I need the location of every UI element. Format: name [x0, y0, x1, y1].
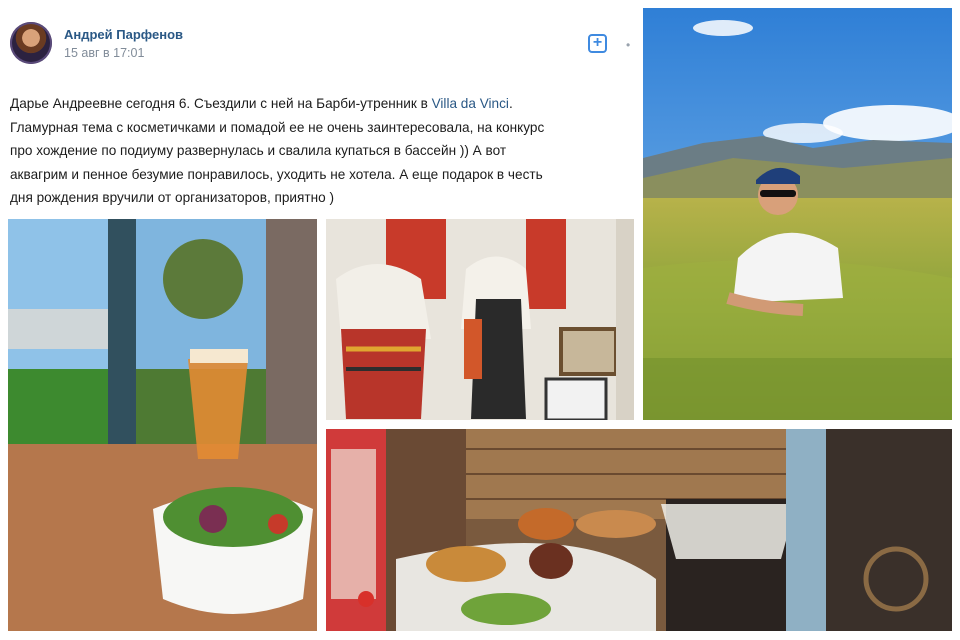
post-date[interactable]: 15 авг в 17:01 [64, 46, 144, 60]
photo-mountain-meadow[interactable] [643, 8, 952, 420]
dot-icon[interactable]: • [626, 38, 630, 52]
post-text-line: Гламурная тема с косметичками и помадой … [10, 119, 545, 135]
post-text-line: про хождение по подиуму развернулась и с… [10, 143, 507, 158]
post-card: Андрей Парфенов 15 авг в 17:01 + • Дарье… [0, 0, 640, 212]
villa-da-vinci-link[interactable]: Villa da Vinci [432, 96, 509, 111]
plus-square-icon[interactable]: + [588, 34, 607, 53]
post-text: Дарье Андреевне сегодня 6. Съездили с не… [10, 92, 635, 210]
photo-drink-salad[interactable] [8, 219, 317, 631]
post-text-line: аквагрим и пенное безумие понравилось, у… [10, 166, 543, 182]
photo-folk-costumes[interactable] [326, 219, 634, 420]
post-text-line: дня рождения вручили от организаторов, п… [10, 190, 334, 205]
author-name[interactable]: Андрей Парфенов [64, 27, 183, 42]
photo-hut-interior[interactable] [326, 429, 952, 631]
avatar[interactable] [10, 22, 52, 64]
post-text-line: Дарье Андреевне сегодня 6. Съездили с не… [10, 96, 513, 111]
